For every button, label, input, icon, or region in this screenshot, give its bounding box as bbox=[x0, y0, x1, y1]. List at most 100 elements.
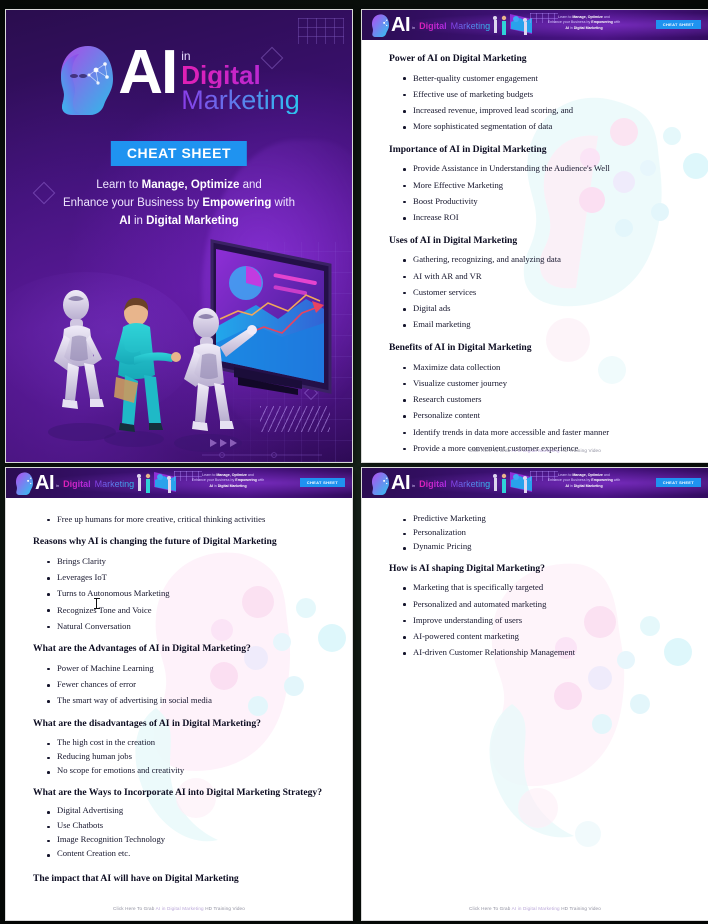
content-page-3[interactable]: AI in Digital Marketing Learn to Manage,… bbox=[6, 468, 352, 920]
header-logo-right: in Digital Marketing bbox=[412, 16, 490, 34]
list-item: Personalization bbox=[403, 525, 686, 539]
page-3-content: Free up humans for more creative, critic… bbox=[6, 498, 352, 886]
section-heading: What are the Advantages of AI in Digital… bbox=[33, 643, 251, 655]
list-item: Predictive Marketing bbox=[403, 511, 686, 525]
header-logo-digital: Digital bbox=[419, 21, 447, 31]
list-item: Leverages IoT bbox=[47, 569, 330, 585]
header-logo-right: in Digital Marketing bbox=[412, 474, 490, 492]
header-logo-in: in bbox=[412, 25, 416, 30]
section-list: Marketing that is specifically targeted … bbox=[389, 580, 686, 661]
subtitle-line-3: AI in Digital Marketing bbox=[119, 214, 239, 227]
page-footer[interactable]: Click Here To Grab AI in Digital Marketi… bbox=[362, 448, 708, 453]
list-item: Use Chatbots bbox=[47, 818, 330, 832]
section-heading: Reasons why AI is changing the future of… bbox=[33, 536, 277, 548]
section-list: Digital Advertising Use Chatbots Image R… bbox=[33, 804, 330, 861]
ai-head-profile-icon bbox=[61, 46, 114, 115]
list-item: Reducing human jobs bbox=[47, 749, 330, 763]
header-logo[interactable]: AI in Digital Marketing bbox=[15, 471, 134, 496]
list-item: Personalized and automated marketing bbox=[403, 596, 686, 612]
screenshot-root: AI in Digital Marketing CHEAT SHEET Lear… bbox=[0, 0, 708, 924]
header-logo[interactable]: AI in Digital Marketing bbox=[371, 471, 490, 496]
lead-list: Predictive Marketing Personalization Dyn… bbox=[389, 511, 686, 554]
header-logo-in: in bbox=[412, 483, 416, 488]
list-item: No scope for emotions and creativity bbox=[47, 764, 330, 778]
list-item: Power of Machine Learning bbox=[47, 660, 330, 676]
ai-head-profile-icon bbox=[15, 471, 34, 495]
subtitle-line-1: Learn to Manage, Optimize and bbox=[96, 179, 262, 191]
section-heading: What are the Ways to Incorporate AI into… bbox=[33, 786, 323, 798]
list-item: AI with AR and VR bbox=[403, 268, 686, 284]
header-cheat-sheet-badge[interactable]: CHEAT SHEET bbox=[299, 478, 345, 487]
section-list: Provide Assistance in Understanding the … bbox=[389, 161, 686, 226]
cover-logo: AI in Digital Marketing bbox=[6, 42, 352, 118]
list-item: Visualize customer journey bbox=[403, 375, 686, 391]
section-heading: The impact that AI will have on Digital … bbox=[33, 872, 239, 884]
subtitle-line-2: Enhance your Business by Empowering with bbox=[62, 196, 296, 209]
list-item: Turns to Autonomous Marketing bbox=[47, 586, 330, 602]
content-page-2[interactable]: AI in Digital Marketing Learn to Manage,… bbox=[362, 10, 708, 462]
list-item: Natural Conversation bbox=[47, 618, 330, 634]
robot-left bbox=[48, 290, 116, 441]
list-item: Effective use of marketing budgets bbox=[403, 86, 686, 102]
list-item: Maximize data collection bbox=[403, 359, 686, 375]
header-tagline: Learn to Manage, Optimize and Enhance yo… bbox=[547, 473, 621, 488]
logo-right-block: in Digital Marketing bbox=[181, 50, 300, 114]
list-item: AI-driven Customer Relationship Manageme… bbox=[403, 645, 686, 661]
section-list: Power of Machine Learning Fewer chances … bbox=[33, 660, 330, 709]
list-item: Customer services bbox=[403, 284, 686, 300]
section-list: The high cost in the creation Reducing h… bbox=[33, 735, 330, 778]
header-cheat-sheet-badge[interactable]: CHEAT SHEET bbox=[655, 478, 701, 487]
list-item: Identify trends in data more accessible … bbox=[403, 424, 686, 440]
page-header: AI in Digital Marketing Learn to Manage,… bbox=[362, 10, 708, 40]
page-footer[interactable]: Click Here To Grab AI in Digital Marketi… bbox=[362, 906, 708, 911]
section-heading: What are the disadvantages of AI in Digi… bbox=[33, 718, 261, 730]
header-logo-digital: Digital bbox=[63, 479, 91, 489]
list-item: Email marketing bbox=[403, 317, 686, 333]
cover-illustration bbox=[48, 239, 332, 458]
list-item: Dynamic Pricing bbox=[403, 540, 686, 554]
list-item: Boost Productivity bbox=[403, 193, 686, 209]
header-logo-ai: AI bbox=[391, 472, 411, 494]
ai-head-profile-icon bbox=[371, 13, 390, 37]
list-item: Recognizes Tone and Voice bbox=[47, 602, 330, 618]
businessman-figure bbox=[104, 297, 181, 447]
list-item: More sophisticated segmentation of data bbox=[403, 119, 686, 135]
header-cheat-sheet-badge[interactable]: CHEAT SHEET bbox=[655, 20, 701, 29]
list-item: Better-quality customer engagement bbox=[403, 70, 686, 86]
section-heading: Importance of AI in Digital Marketing bbox=[389, 143, 547, 155]
list-item: Improve understanding of users bbox=[403, 612, 686, 628]
cover-page[interactable]: AI in Digital Marketing CHEAT SHEET Lear… bbox=[6, 10, 352, 462]
dashboard-monitor bbox=[210, 239, 332, 395]
list-item: Digital Advertising bbox=[47, 804, 330, 818]
list-item: Image Recognition Technology bbox=[47, 832, 330, 846]
section-heading: Benefits of AI in Digital Marketing bbox=[389, 342, 532, 354]
page-4-sheet: Predictive Marketing Personalization Dyn… bbox=[362, 498, 708, 920]
header-logo-in: in bbox=[56, 483, 60, 488]
list-item: Increased revenue, improved lead scoring… bbox=[403, 102, 686, 118]
list-item: Content Creation etc. bbox=[47, 847, 330, 861]
ai-head-profile-icon bbox=[371, 471, 390, 495]
list-item: The high cost in the creation bbox=[47, 735, 330, 749]
page-footer[interactable]: Click Here To Grab AI in Digital Marketi… bbox=[6, 906, 352, 911]
page-2-sheet: Power of AI on Digital Marketing Better-… bbox=[362, 40, 708, 462]
section-heading: How is AI shaping Digital Marketing? bbox=[389, 562, 545, 574]
list-item: The smart way of advertising in social m… bbox=[47, 693, 330, 709]
page-3-sheet: Free up humans for more creative, critic… bbox=[6, 498, 352, 920]
page-2-content: Power of AI on Digital Marketing Better-… bbox=[362, 40, 708, 457]
section-heading: Power of AI on Digital Marketing bbox=[389, 53, 527, 64]
list-item: Free up humans for more creative, critic… bbox=[47, 511, 330, 527]
section-heading: Uses of AI in Digital Marketing bbox=[389, 234, 518, 246]
header-logo-ai: AI bbox=[35, 472, 55, 494]
logo-marketing-text: Marketing bbox=[181, 84, 300, 115]
list-item: Brings Clarity bbox=[47, 553, 330, 569]
header-logo[interactable]: AI in Digital Marketing bbox=[371, 13, 490, 38]
cheat-sheet-badge: CHEAT SHEET bbox=[110, 141, 248, 166]
list-item: Personalize content bbox=[403, 408, 686, 424]
page-grid: AI in Digital Marketing CHEAT SHEET Lear… bbox=[0, 0, 708, 924]
page-4-content: Predictive Marketing Personalization Dyn… bbox=[362, 498, 708, 661]
content-page-4[interactable]: AI in Digital Marketing Learn to Manage,… bbox=[362, 468, 708, 920]
list-item: More Effective Marketing bbox=[403, 177, 686, 193]
header-logo-digital: Digital bbox=[419, 479, 447, 489]
hud-line-decor bbox=[202, 452, 322, 458]
header-tagline: Learn to Manage, Optimize and Enhance yo… bbox=[547, 15, 621, 30]
